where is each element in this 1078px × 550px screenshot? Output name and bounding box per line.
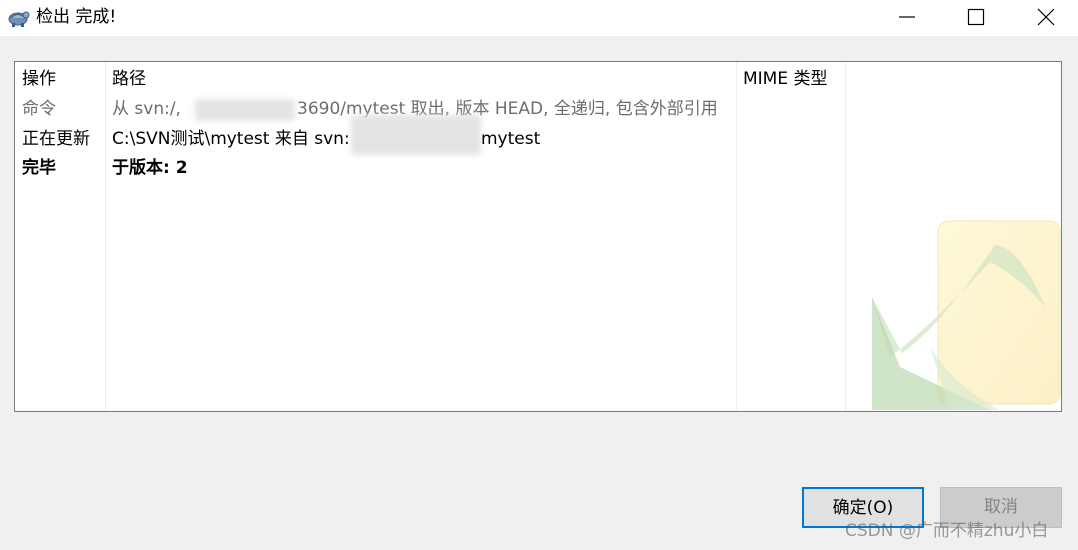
window-title: 检出 完成! xyxy=(36,7,117,27)
column-separator xyxy=(845,62,846,411)
column-header-path[interactable]: 路径 xyxy=(112,67,146,91)
csdn-watermark-text: CSDN @广而不精zhu小白 xyxy=(845,521,1049,541)
redacted-host xyxy=(195,99,295,121)
row-path-updating-suffix: mytest xyxy=(481,129,541,149)
tortoisesvn-watermark-icon xyxy=(872,220,1061,410)
row-action-updating: 正在更新 xyxy=(22,129,90,149)
row-path-command-prefix: 从 svn:/, xyxy=(112,99,181,119)
maximize-icon xyxy=(967,8,985,26)
checkout-result-list[interactable]: 操作 路径 MIME 类型 命令 从 svn:/, 3690/mytest 取出… xyxy=(14,61,1062,412)
redacted-host xyxy=(351,115,481,155)
column-header-action[interactable]: 操作 xyxy=(22,67,56,91)
column-header-mime[interactable]: MIME 类型 xyxy=(743,67,828,91)
row-path-done: 于版本: 2 xyxy=(112,158,188,178)
row-action-done: 完毕 xyxy=(22,158,56,178)
column-separator xyxy=(736,62,737,411)
minimize-icon xyxy=(899,16,915,18)
title-bar: 检出 完成! xyxy=(0,0,1078,36)
row-path-updating-prefix: C:\SVN测试\mytest 来自 svn: xyxy=(112,129,350,149)
close-button[interactable] xyxy=(1023,0,1069,32)
close-icon xyxy=(1037,8,1055,26)
maximize-button[interactable] xyxy=(953,0,999,32)
column-separator xyxy=(105,62,106,411)
tortoise-icon xyxy=(8,11,30,27)
minimize-button[interactable] xyxy=(884,0,930,32)
row-action-command: 命令 xyxy=(22,99,56,119)
